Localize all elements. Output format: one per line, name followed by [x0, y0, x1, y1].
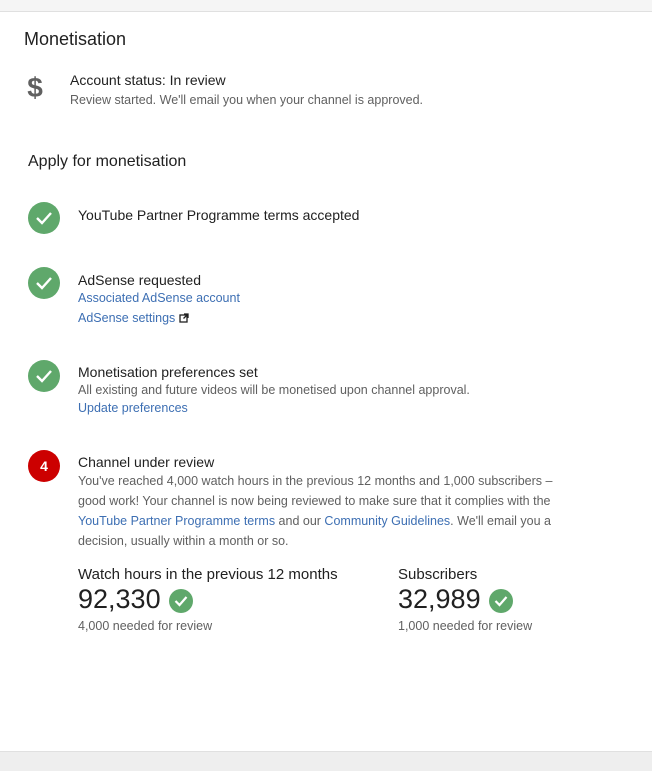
step-channel-review: Channel under review [78, 454, 215, 470]
subscribers-value: 32,989 [398, 584, 481, 614]
apply-section-title: Apply for monetisation [28, 153, 187, 170]
step-preferences-set: Monetisation preferences set [78, 364, 258, 380]
community-guidelines-link[interactable]: Community Guidelines [324, 514, 450, 528]
top-strip [0, 0, 652, 11]
watch-hours-label: Watch hours in the previous 12 months [78, 566, 338, 583]
review-text-b: and our [275, 514, 325, 528]
step-preferences-desc: All existing and future videos will be m… [78, 383, 470, 397]
monetisation-card-body [0, 11, 652, 752]
review-text-a: You've reached 4,000 watch hours in the … [78, 474, 553, 508]
dollar-icon: $ [27, 72, 43, 103]
step-terms-accepted: YouTube Partner Programme terms accepted [78, 207, 360, 223]
watch-hours-value: 92,330 [78, 584, 161, 614]
account-status-sub: Review started. We'll email you when you… [70, 93, 424, 107]
check-circle-icon [28, 202, 60, 234]
adsense-settings-label: AdSense settings [78, 311, 176, 325]
watch-hours-needed: 4,000 needed for review [78, 619, 213, 633]
subscribers-needed: 1,000 needed for review [398, 619, 533, 633]
partner-terms-link[interactable]: YouTube Partner Programme terms [78, 514, 275, 528]
check-circle-icon [489, 589, 513, 613]
check-circle-icon [169, 589, 193, 613]
step-adsense-requested: AdSense requested [78, 272, 201, 288]
check-circle-icon [28, 360, 60, 392]
account-status-label: Account status: In review [70, 72, 226, 88]
step-number-badge: 4 [28, 450, 60, 482]
associated-adsense-link[interactable]: Associated AdSense account [78, 291, 240, 305]
review-paragraph: You've reached 4,000 watch hours in the … [78, 471, 558, 551]
external-link-icon [179, 312, 189, 326]
check-circle-icon [28, 267, 60, 299]
adsense-settings-link[interactable]: AdSense settings [78, 311, 189, 326]
subscribers-label: Subscribers [398, 566, 478, 583]
update-preferences-link[interactable]: Update preferences [78, 401, 188, 415]
card-title: Monetisation [24, 29, 127, 49]
